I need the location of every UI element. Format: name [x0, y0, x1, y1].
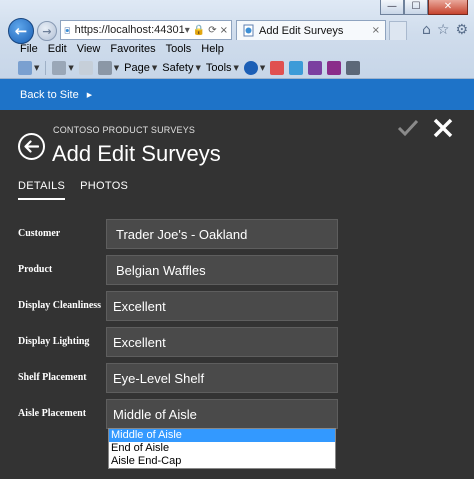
address-text: https://localhost:44301: [74, 24, 185, 36]
mail-icon: [78, 61, 93, 75]
page-icon: [64, 26, 70, 34]
help-icon: [243, 61, 258, 75]
mail-button[interactable]: [78, 61, 93, 75]
skype-icon[interactable]: [289, 61, 304, 75]
home-icon[interactable]: ⌂: [422, 22, 431, 38]
lock-icon[interactable]: 🔒: [193, 25, 205, 36]
command-bar: ▼ ▼ ▼ Page ▼ Safety ▼ Tools ▼ ▼: [0, 58, 474, 78]
page-title: Add Edit Surveys: [52, 141, 221, 166]
shelf-placement-label: Shelf Placement: [18, 372, 87, 383]
close-icon[interactable]: [432, 117, 454, 139]
refresh-icon[interactable]: ⟳: [208, 25, 216, 36]
stop-icon[interactable]: ×: [220, 25, 228, 36]
settings-gear-icon[interactable]: ⚙: [455, 22, 468, 38]
tab-title: Add Edit Surveys: [259, 24, 344, 37]
aisle-placement-select[interactable]: Middle of Aisle: [106, 399, 338, 429]
tab-close-icon[interactable]: ×: [372, 25, 380, 36]
feeds-button[interactable]: ▼: [52, 61, 74, 75]
dropdown-option-middle-of-aisle[interactable]: Middle of Aisle: [109, 429, 335, 442]
menu-help[interactable]: Help: [201, 42, 224, 57]
window-controls: — ☐ ✕: [380, 0, 468, 15]
dropdown-option-end-of-aisle[interactable]: End of Aisle: [109, 442, 335, 455]
site-bar: Back to Site ▶: [0, 79, 474, 110]
aisle-placement-label: Aisle Placement: [18, 408, 87, 419]
browser-tab[interactable]: Add Edit Surveys ×: [236, 20, 386, 40]
onenote-icon[interactable]: [308, 61, 323, 75]
new-tab-button[interactable]: [389, 21, 407, 40]
onenote-linked-icon[interactable]: [327, 61, 342, 75]
shelf-placement-select[interactable]: Eye-Level Shelf: [106, 363, 338, 393]
back-to-site-link[interactable]: Back to Site: [20, 89, 79, 101]
back-button[interactable]: [18, 133, 45, 160]
arrow-left-icon: [24, 140, 39, 153]
customer-field[interactable]: Trader Joe's - Oakland: [106, 219, 338, 249]
grid-icon[interactable]: [346, 61, 361, 75]
arrow-left-icon: ←: [14, 22, 28, 40]
chevron-right-icon: ▶: [86, 90, 93, 99]
arrow-right-icon: →: [42, 24, 52, 38]
home-icon: [18, 61, 32, 75]
page-menu[interactable]: Page ▼: [124, 62, 157, 74]
tab-page-icon: [243, 24, 254, 37]
close-window-button[interactable]: ✕: [428, 0, 468, 15]
addon-icon[interactable]: [270, 61, 285, 75]
browser-back-button[interactable]: ←: [8, 18, 34, 44]
aisle-placement-dropdown: Middle of Aisle End of Aisle Aisle End-C…: [108, 428, 336, 469]
address-bar[interactable]: https://localhost:44301 ▾ 🔒 ⟳ ×: [60, 20, 232, 40]
display-lighting-select[interactable]: Excellent: [106, 327, 338, 357]
tab-details[interactable]: DETAILS: [18, 180, 66, 200]
minimize-button[interactable]: —: [380, 0, 404, 15]
app-content: Back to Site ▶ CONTOSO PRODUCT SURVEYS A…: [0, 79, 474, 479]
home-toolbar-button[interactable]: ▼: [18, 61, 39, 75]
browser-forward-button[interactable]: →: [37, 21, 57, 41]
rss-feed-icon: [52, 61, 67, 75]
favorites-star-icon[interactable]: ☆: [437, 22, 450, 38]
safety-menu[interactable]: Safety ▼: [162, 62, 201, 74]
printer-icon: [97, 61, 112, 75]
menu-view[interactable]: View: [77, 42, 101, 57]
maximize-button[interactable]: ☐: [404, 0, 428, 15]
help-button[interactable]: ▼: [243, 61, 265, 75]
customer-label: Customer: [18, 228, 61, 239]
print-button[interactable]: ▼: [97, 61, 119, 75]
menu-file[interactable]: File: [20, 42, 38, 57]
display-cleanliness-select[interactable]: Excellent: [106, 291, 338, 321]
tab-photos[interactable]: PHOTOS: [80, 180, 128, 200]
tab-strip: DETAILS PHOTOS: [18, 180, 128, 200]
search-dropdown-icon[interactable]: ▾: [185, 25, 190, 36]
app-subtitle: CONTOSO PRODUCT SURVEYS: [53, 125, 196, 135]
dropdown-option-aisle-end-cap[interactable]: Aisle End-Cap: [109, 455, 335, 468]
menu-favorites[interactable]: Favorites: [110, 42, 155, 57]
tools-menu[interactable]: Tools ▼: [206, 62, 239, 74]
browser-chrome: — ☐ ✕ ← → https://localhost:44301 ▾ 🔒 ⟳ …: [0, 0, 474, 79]
save-check-icon[interactable]: [397, 118, 419, 138]
menu-tools[interactable]: Tools: [166, 42, 192, 57]
display-lighting-label: Display Lighting: [18, 336, 90, 347]
menu-bar: File Edit View Favorites Tools Help: [0, 42, 474, 57]
survey-panel: CONTOSO PRODUCT SURVEYS Add Edit Surveys…: [0, 110, 474, 479]
display-cleanliness-label: Display Cleanliness: [18, 300, 102, 311]
menu-edit[interactable]: Edit: [48, 42, 67, 57]
product-field[interactable]: Belgian Waffles: [106, 255, 338, 285]
product-label: Product: [18, 264, 53, 275]
